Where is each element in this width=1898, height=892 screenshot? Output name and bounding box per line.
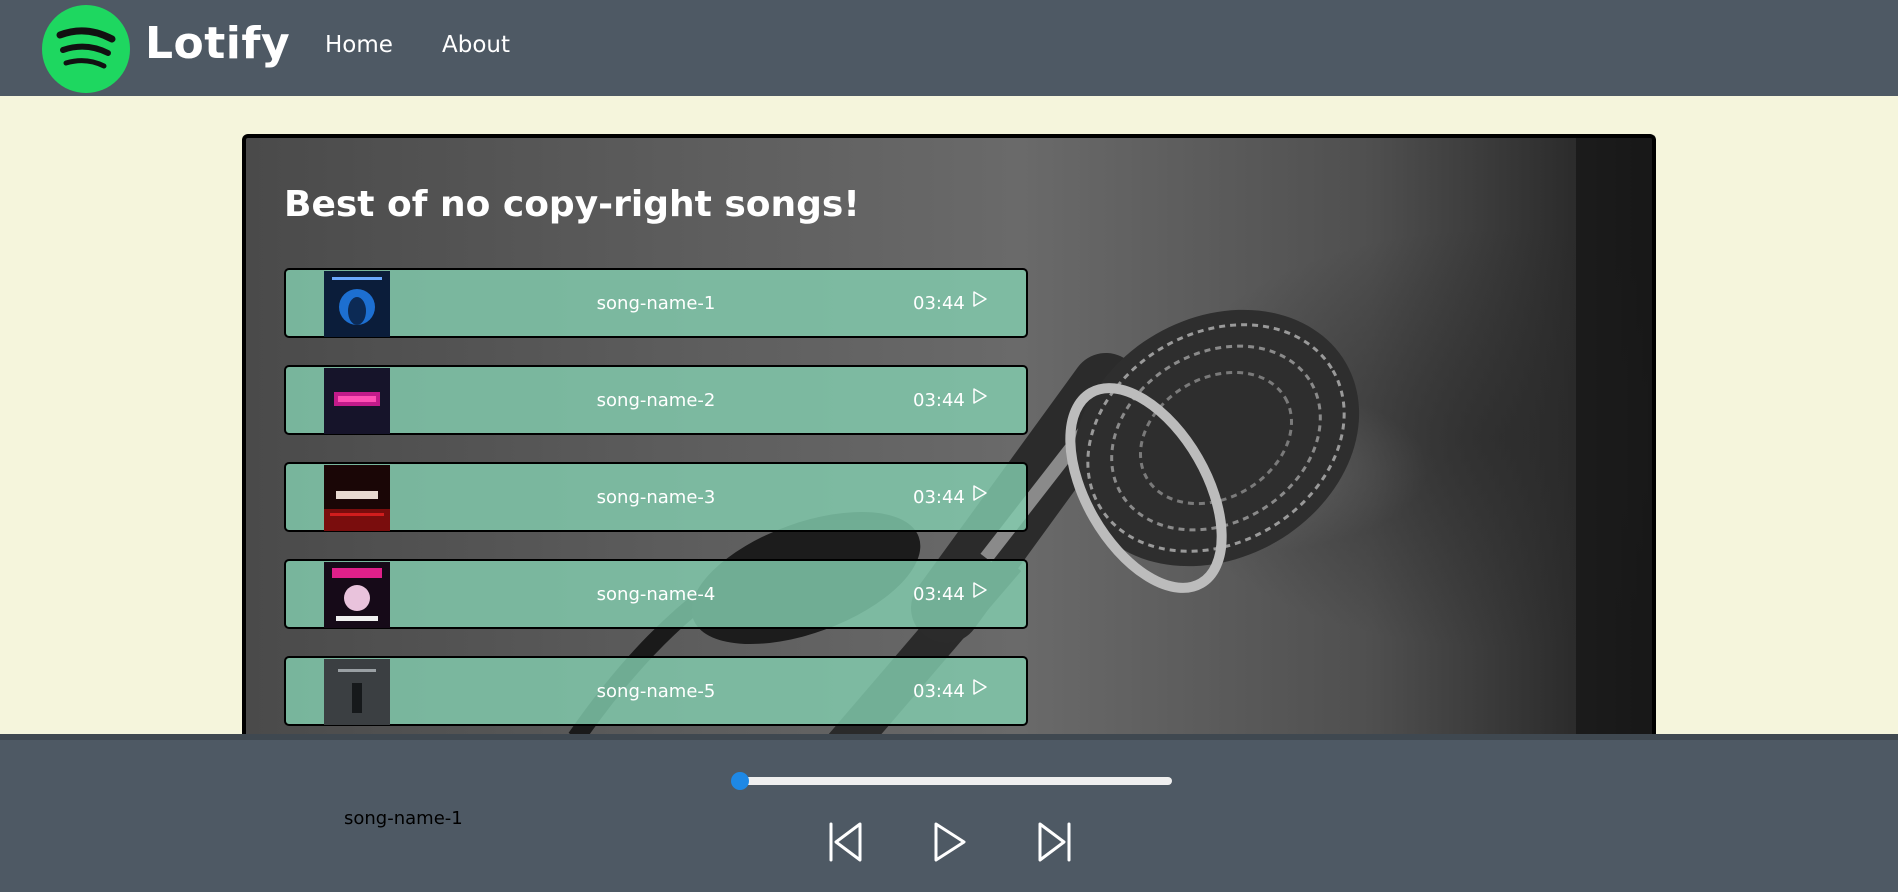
nav-link-about[interactable]: About [442, 32, 510, 58]
song-duration: 03:44 [913, 390, 965, 411]
song-item[interactable]: song-name-2 03:44 [284, 365, 1028, 435]
play-icon[interactable] [930, 820, 970, 864]
now-playing-song: song-name-1 [344, 808, 463, 829]
nav-link-home[interactable]: Home [325, 32, 393, 58]
page-title: Best of no copy-right songs! [284, 184, 860, 225]
spotify-logo-icon[interactable] [42, 5, 130, 93]
play-icon[interactable] [972, 387, 988, 405]
navbar: Lotify Home About [0, 0, 1898, 96]
player-bar: song-name-1 [0, 734, 1898, 892]
play-icon[interactable] [972, 484, 988, 502]
song-duration: 03:44 [913, 293, 965, 314]
song-duration: 03:44 [913, 681, 965, 702]
songs-container: Best of no copy-right songs! song-name-1… [242, 134, 1656, 734]
progress-slider[interactable] [731, 772, 1172, 790]
brand-name[interactable]: Lotify [145, 18, 290, 69]
progress-track [734, 777, 1172, 785]
previous-icon[interactable] [826, 820, 866, 864]
progress-thumb[interactable] [731, 772, 749, 790]
next-icon[interactable] [1034, 820, 1074, 864]
song-item[interactable]: song-name-4 03:44 [284, 559, 1028, 629]
play-icon[interactable] [972, 290, 988, 308]
song-item[interactable]: song-name-3 03:44 [284, 462, 1028, 532]
song-duration: 03:44 [913, 487, 965, 508]
song-item[interactable]: song-name-1 03:44 [284, 268, 1028, 338]
song-item[interactable]: song-name-5 03:44 [284, 656, 1028, 726]
play-icon[interactable] [972, 581, 988, 599]
song-duration: 03:44 [913, 584, 965, 605]
play-icon[interactable] [972, 678, 988, 696]
song-list: song-name-1 03:44 song-name-2 03:44 song… [284, 268, 1028, 734]
